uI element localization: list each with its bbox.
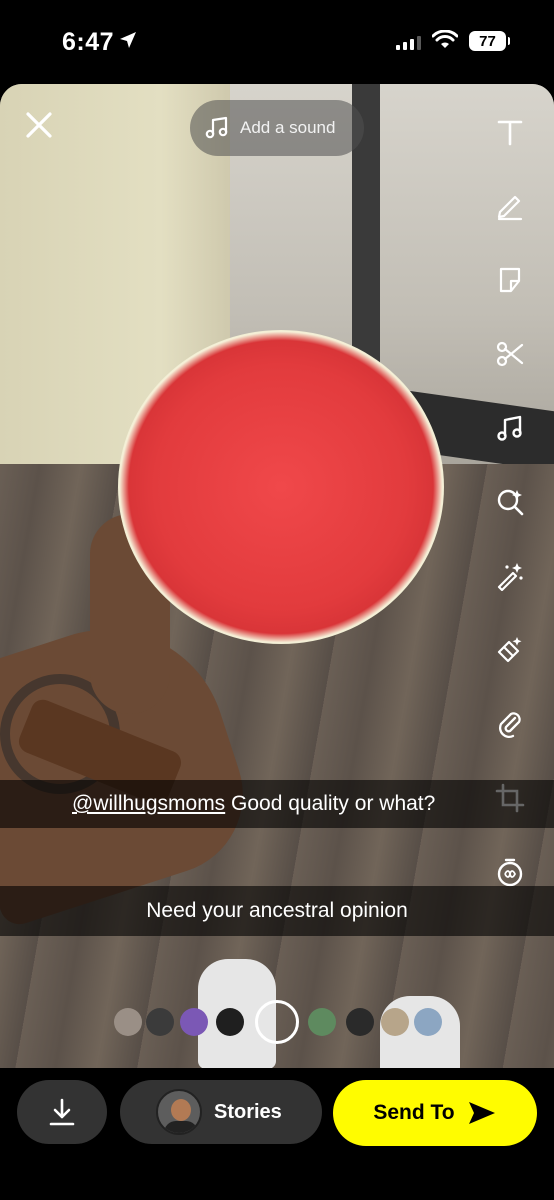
snap-photo[interactable]: Add a sound @willhugsmoms Good quality o… bbox=[0, 84, 554, 1068]
text-tool-button[interactable] bbox=[488, 110, 532, 154]
battery-indicator: 77 bbox=[469, 31, 510, 51]
status-time: 6:47 bbox=[62, 28, 115, 56]
caption-text-2[interactable]: Need your ancestral opinion bbox=[0, 886, 554, 936]
magic-wand-tool-button[interactable] bbox=[488, 554, 532, 598]
add-sound-label: Add a sound bbox=[240, 118, 336, 137]
status-bar: 6:47 77 bbox=[0, 0, 554, 84]
caption-mention[interactable]: @willhugsmoms Good quality or what? bbox=[0, 780, 554, 828]
music-note-icon bbox=[497, 415, 522, 441]
eraser-tool-button[interactable] bbox=[488, 628, 532, 672]
send-to-button[interactable]: Send To bbox=[333, 1080, 537, 1146]
draw-tool-button[interactable] bbox=[488, 184, 532, 228]
lens-item[interactable] bbox=[146, 1008, 174, 1036]
sticker-tool-button[interactable] bbox=[488, 258, 532, 302]
stories-label: Stories bbox=[214, 1100, 282, 1123]
lens-search-tool-button[interactable] bbox=[488, 480, 532, 524]
send-arrow-icon bbox=[468, 1102, 495, 1124]
sticker-icon bbox=[499, 267, 521, 293]
scissors-tool-button[interactable] bbox=[488, 332, 532, 376]
add-sound-button[interactable]: Add a sound bbox=[190, 100, 364, 156]
music-tool-button[interactable] bbox=[488, 406, 532, 450]
pencil-icon bbox=[497, 195, 523, 221]
send-to-label: Send To bbox=[373, 1101, 455, 1124]
cellular-signal-icon bbox=[396, 34, 421, 50]
eraser-sparkle-icon bbox=[497, 637, 522, 663]
watermelon-half bbox=[118, 330, 444, 644]
search-sparkle-icon bbox=[497, 489, 524, 516]
mention-link[interactable]: @willhugsmoms bbox=[72, 792, 225, 816]
lens-item[interactable] bbox=[308, 1008, 336, 1036]
download-icon bbox=[49, 1098, 75, 1126]
lens-item[interactable] bbox=[114, 1008, 142, 1036]
timer-icon bbox=[497, 858, 523, 887]
caption-text: Good quality or what? bbox=[225, 792, 436, 815]
location-arrow-icon bbox=[120, 32, 136, 48]
caption-text-2-label: Need your ancestral opinion bbox=[146, 899, 408, 922]
avatar bbox=[156, 1089, 202, 1135]
lens-item[interactable] bbox=[381, 1008, 409, 1036]
music-note-icon bbox=[205, 116, 228, 139]
text-icon bbox=[497, 120, 523, 146]
lens-item[interactable] bbox=[346, 1008, 374, 1036]
lens-carousel bbox=[0, 1000, 554, 1044]
wifi-icon bbox=[432, 30, 458, 48]
download-button[interactable] bbox=[17, 1080, 107, 1144]
capture-ring[interactable] bbox=[255, 1000, 299, 1044]
stories-button[interactable]: Stories bbox=[120, 1080, 322, 1144]
magic-wand-icon bbox=[497, 563, 523, 591]
scissors-icon bbox=[496, 341, 524, 367]
attachment-tool-button[interactable] bbox=[488, 702, 532, 746]
paperclip-icon bbox=[499, 712, 521, 738]
bottom-bar: Stories Send To bbox=[0, 1068, 554, 1200]
lens-item[interactable] bbox=[216, 1008, 244, 1036]
close-icon[interactable] bbox=[22, 108, 56, 142]
lens-item[interactable] bbox=[414, 1008, 442, 1036]
lens-item[interactable] bbox=[180, 1008, 208, 1036]
